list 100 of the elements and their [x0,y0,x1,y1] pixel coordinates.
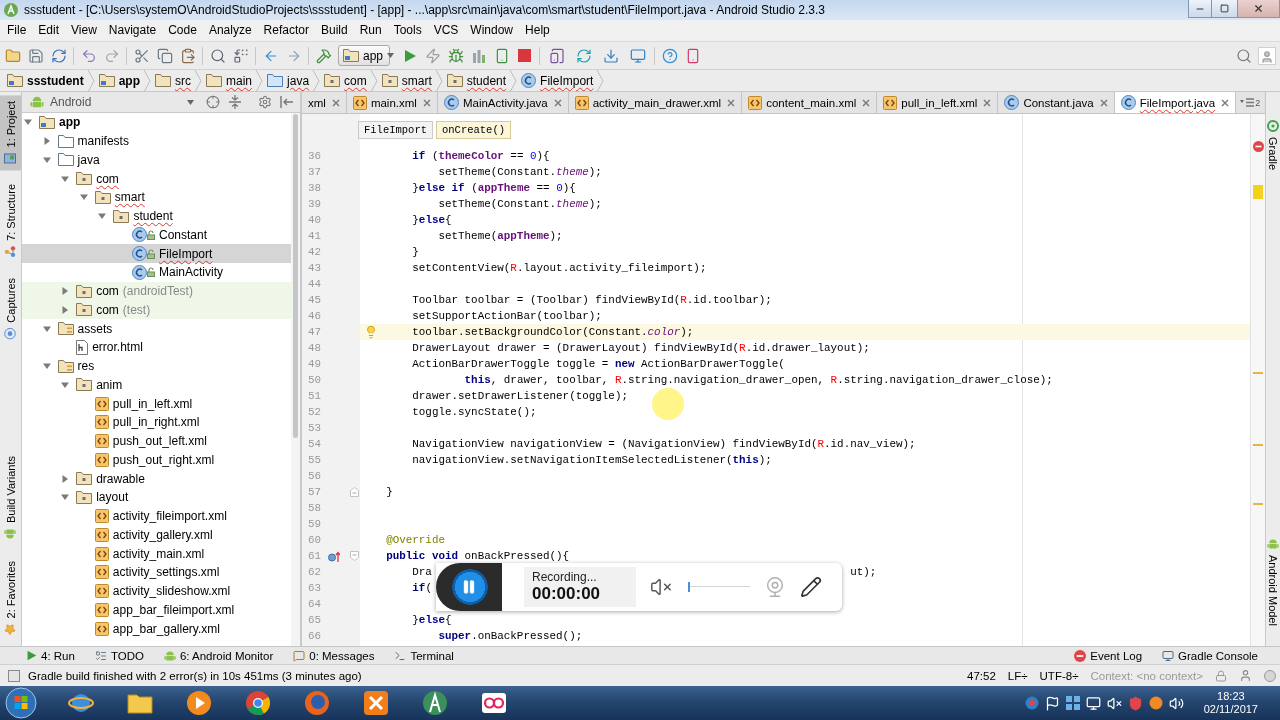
tree-item[interactable]: drawable [22,469,291,488]
close-icon[interactable] [553,98,562,107]
editor-tab[interactable]: Constant.java [998,92,1115,113]
shield-icon[interactable] [1127,695,1143,711]
search-icon[interactable] [209,47,226,64]
monitor-icon[interactable] [1085,695,1101,711]
encoding-selector[interactable]: UTF-8÷ [1039,669,1079,682]
nav-bar-item[interactable]: ssstudent [3,69,87,92]
fold-marker-icon[interactable] [349,551,359,561]
tree-item[interactable]: res [22,356,291,376]
tree-item[interactable]: student [22,206,291,226]
menu-item[interactable]: VCS [427,20,465,41]
start-button[interactable] [5,687,37,719]
tool-window-button[interactable]: Gradle Console [1158,649,1262,662]
tree-item[interactable]: Constant [22,225,291,245]
tree-item[interactable]: pull_in_left.xml [22,394,291,413]
tree-item[interactable]: assets [22,319,291,338]
save-icon[interactable] [27,47,44,64]
hide-icon[interactable] [280,96,294,108]
tree-item[interactable]: app [22,113,291,132]
clock-date[interactable]: 02/11/2017 [1203,703,1258,716]
tree-item[interactable]: app_bar_gallery.xml [22,619,291,638]
tree-item[interactable]: com [22,169,291,188]
tool-window-button[interactable]: Gradle [1266,114,1280,177]
editor-tab[interactable]: xml [302,92,347,113]
download-icon[interactable] [602,47,619,64]
nav-bar-item[interactable]: smart [377,69,435,92]
tree-item[interactable]: FileImport [22,244,291,263]
person-icon[interactable] [1239,669,1252,682]
circle-icon[interactable] [1264,669,1276,682]
globe-icon[interactable] [303,690,330,716]
tool-window-button[interactable]: 6: Android Monitor [159,649,278,662]
tree-item[interactable]: push_out_left.xml [22,431,291,451]
close-icon[interactable] [1221,98,1230,107]
tree-item[interactable]: activity_gallery.xml [22,525,291,545]
nav-bar-item[interactable]: FileImport [517,69,597,92]
menu-item[interactable]: Edit [32,20,66,41]
tree-item[interactable]: anim [22,375,291,395]
circle-icon[interactable] [1148,696,1163,710]
lock-icon[interactable] [1215,669,1227,682]
minimize-button[interactable] [1188,0,1212,18]
error-indicator-icon[interactable] [1253,141,1264,152]
close-icon[interactable] [422,98,431,107]
nav-bar-item[interactable]: main [202,69,256,92]
tree-item[interactable]: activity_slideshow.xml [22,581,291,601]
collapse-icon[interactable] [228,95,242,109]
search-icon[interactable] [1236,47,1252,64]
tool-window-button[interactable]: 4: Run [22,649,79,662]
two-circles-icon[interactable] [480,690,507,716]
tool-window-button[interactable]: Build Variants [0,450,21,547]
close-icon[interactable] [1099,98,1108,107]
tree-item[interactable]: activity_settings.xml [22,563,291,582]
tree-item[interactable]: manifests [22,131,291,151]
menu-item[interactable]: Tools [387,20,428,41]
line-separator-selector[interactable]: LF÷ [1007,669,1028,682]
replace-icon[interactable] [232,47,249,64]
editor-tab[interactable]: content_main.xml [742,92,878,113]
menu-item[interactable]: Help [519,20,556,41]
fold-marker-icon[interactable] [349,487,359,497]
tree-item[interactable]: layout [22,488,291,507]
nav-bar-item[interactable]: app [94,69,144,92]
editor-tab[interactable]: MainActivity.java [437,92,569,113]
menu-item[interactable]: Navigate [102,20,163,41]
compass-icon[interactable] [421,690,448,716]
nav-bar-item[interactable]: src [151,69,195,92]
gear-icon[interactable] [258,95,272,109]
menu-item[interactable]: Refactor [257,20,315,41]
sync-icon[interactable] [575,47,592,64]
webcam-icon[interactable] [764,576,786,598]
tree-item[interactable]: com (androidTest) [22,281,291,301]
tree-item[interactable]: activity_main.xml [22,544,291,563]
breadcrumb-item[interactable]: FileImport [358,120,433,139]
lightbulb-icon[interactable] [364,325,378,339]
run-icon[interactable] [26,650,37,661]
bug-icon[interactable] [447,47,464,64]
clock-time[interactable]: 18:23 [1217,690,1245,703]
user-button[interactable] [1258,46,1276,65]
help-icon[interactable] [661,47,678,64]
close-icon[interactable] [983,98,992,107]
bar-chart-icon[interactable] [471,48,486,63]
tree-item[interactable]: app_bar_fileimport.xml [22,600,291,620]
menu-item[interactable]: Build [314,20,354,41]
grid-icon[interactable] [1065,696,1080,710]
menu-item[interactable]: Window [464,20,520,41]
tool-window-button[interactable]: 7: Structure [0,178,21,265]
close-icon[interactable] [331,98,340,107]
tool-window-button[interactable]: Android Model [1266,532,1280,632]
tree-item[interactable]: push_out_right.xml [22,450,291,470]
maximize-button[interactable] [1212,0,1238,18]
nav-bar-item[interactable]: com [320,69,370,92]
muted-speaker-icon[interactable] [650,576,672,598]
tool-window-button[interactable]: Terminal [390,649,458,662]
editor-tab[interactable]: FileImport.java [1114,92,1237,113]
tool-window-button[interactable]: Event Log [1070,649,1147,662]
tool-window-button[interactable]: Captures [0,272,21,346]
menu-item[interactable]: Analyze [202,20,258,41]
editor-tab[interactable]: activity_main_drawer.xml [568,92,743,113]
cut-icon[interactable] [133,47,150,64]
flag-icon[interactable] [1044,695,1060,711]
tree-item[interactable]: error.html [22,338,291,357]
